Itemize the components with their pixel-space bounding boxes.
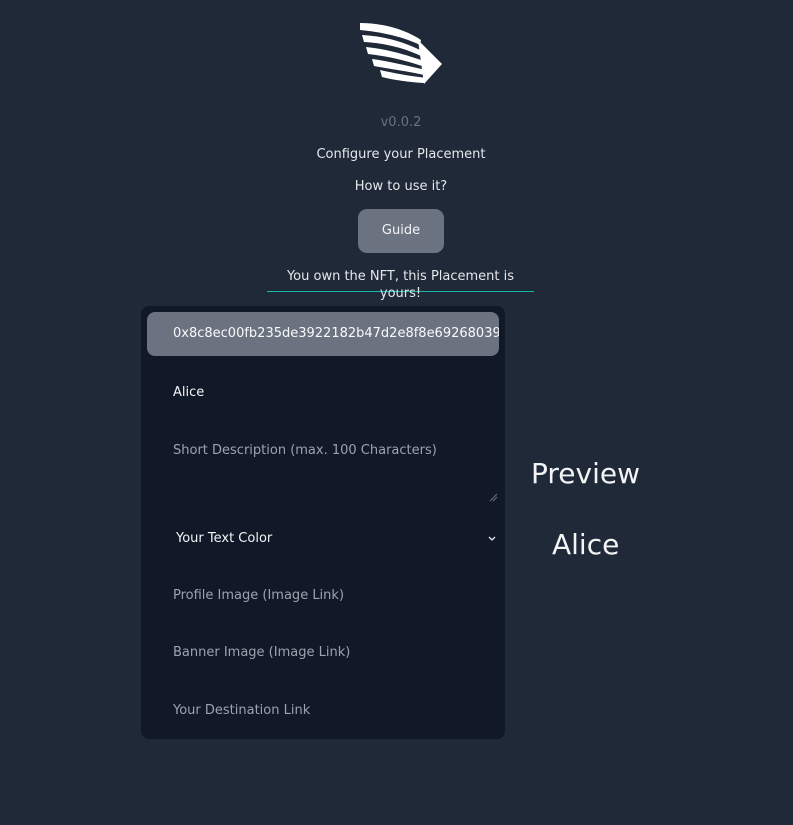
text-color-select[interactable]: Your Text Color (176, 531, 499, 546)
preview-name: Alice (552, 528, 620, 561)
description-textarea[interactable]: Short Description (max. 100 Characters) (173, 443, 493, 458)
profile-image-input[interactable]: Profile Image (Image Link) (173, 588, 493, 603)
banner-image-input[interactable]: Banner Image (Image Link) (173, 645, 493, 660)
wing-logo-icon (360, 23, 442, 84)
page-title: Configure your Placement (316, 147, 486, 162)
version-label: v0.0.2 (380, 115, 422, 130)
destination-link-input[interactable]: Your Destination Link (173, 703, 493, 718)
wallet-address-field: 0x8c8ec00fb235de3922182b47d2e8f8e6926803… (147, 312, 499, 356)
preview-heading: Preview (531, 457, 640, 490)
name-input[interactable]: Alice (173, 385, 493, 400)
guide-button[interactable]: Guide (358, 209, 444, 253)
ownership-message: You own the NFT, this Placement is yours… (267, 268, 534, 301)
howto-label: How to use it? (354, 179, 448, 194)
text-color-select-value: Your Text Color (176, 531, 273, 546)
placement-form: 0x8c8ec00fb235de3922182b47d2e8f8e6926803… (141, 306, 505, 739)
resize-handle-icon[interactable] (488, 492, 498, 502)
chevron-down-icon (488, 536, 496, 541)
